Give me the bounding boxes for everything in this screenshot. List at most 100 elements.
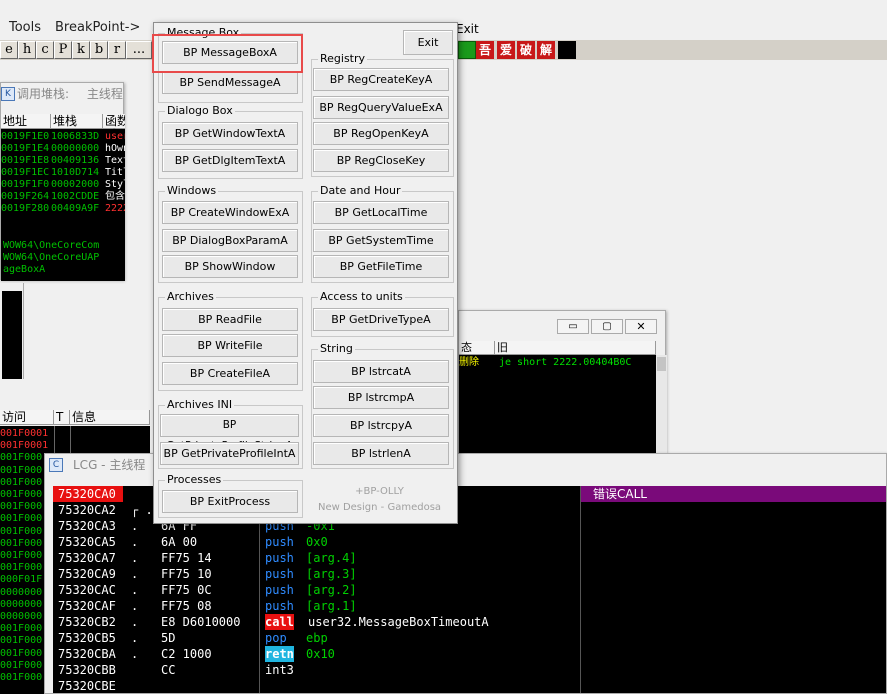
toolbar-more-button[interactable]: ... — [126, 41, 152, 59]
bp-reg-create-key-a-button[interactable]: BP RegCreateKeyA — [313, 68, 449, 91]
scrollbar-thumb[interactable] — [657, 357, 666, 371]
memory-address[interactable]: 001F000 — [0, 465, 42, 477]
toolbar-cn-1-button[interactable]: 吾 — [476, 41, 494, 59]
table-row[interactable]: 0019F1EC1010D714 Title — [1, 167, 125, 179]
bp-lstrcmp-a-button[interactable]: BP lstrcmpA — [313, 386, 449, 409]
memory-address[interactable]: 000F01F — [0, 574, 42, 586]
memory-address[interactable]: 001F000 — [0, 672, 42, 684]
bp-show-window-button[interactable]: BP ShowWindow — [162, 255, 298, 278]
memory-address[interactable]: 001F000 — [0, 623, 42, 635]
memory-address[interactable]: 001F000 — [0, 477, 42, 489]
bp-exit-process-button[interactable]: BP ExitProcess — [162, 490, 298, 513]
memory-address[interactable]: 001F0001 — [0, 440, 48, 452]
toolbar-green-icon[interactable] — [458, 41, 476, 59]
toolbar-k-button[interactable]: k — [72, 41, 90, 59]
disasm-row[interactable]: 75320CAF. FF75 08 push [arg.1] — [53, 598, 873, 614]
plugin-exit-menu[interactable]: Exit — [456, 22, 479, 36]
memory-address[interactable]: 0000000 — [0, 611, 42, 623]
table-row[interactable]: 0019F2641002CDDE 包含krnl — [1, 191, 125, 203]
bp-reg-open-key-a-button[interactable]: BP RegOpenKeyA — [313, 122, 449, 145]
scrollbar[interactable] — [656, 355, 667, 455]
bp-reg-query-value-ex-a-button[interactable]: BP RegQueryValueExA — [313, 96, 449, 119]
bp-get-dlg-item-text-a-button[interactable]: BP GetDlgItemTextA — [162, 149, 298, 172]
col-header-info[interactable]: 信息 — [70, 410, 150, 425]
table-row[interactable]: 0019F1E800409136 Text = — [1, 155, 125, 167]
memory-address[interactable]: 001F000 — [0, 635, 42, 647]
bp-code-cell[interactable]: je short 2222.00404B0C — [499, 357, 631, 369]
toolbar-r-button[interactable]: r — [108, 41, 126, 59]
disasm-row[interactable]: 75320CBE — [53, 678, 873, 693]
col-header-address[interactable]: 地址 — [1, 114, 51, 129]
memory-address[interactable]: 0000000 — [0, 599, 42, 611]
memory-address[interactable]: 001F0001 — [0, 428, 48, 440]
memory-address[interactable]: 001F000 — [0, 526, 42, 538]
bp-dialog-box-param-a-button[interactable]: BP DialogBoxParamA — [162, 229, 298, 252]
disasm-row[interactable]: 75320CB2. E8 D6010000 call user32.MessageBo… — [53, 614, 873, 630]
bp-get-window-text-a-button[interactable]: BP GetWindowTextA — [162, 122, 298, 145]
bp-get-drive-type-a-button[interactable]: BP GetDriveTypeA — [313, 308, 449, 331]
toolbar-p-button[interactable]: P — [54, 41, 72, 59]
memory-address[interactable]: 001F000 — [0, 452, 42, 464]
table-row[interactable]: 0019F1E01006833D user32.M — [1, 131, 125, 143]
disasm-row[interactable]: 75320CB5. 5D pop ebp — [53, 630, 873, 646]
memory-address[interactable]: 001F000 — [0, 562, 42, 574]
bracket-cell: . — [131, 599, 139, 613]
close-button[interactable]: ✕ — [625, 319, 657, 334]
toolbar-cn-3-button[interactable]: 破 — [517, 41, 535, 59]
disasm-row[interactable]: 75320CBB CC int3 — [53, 662, 873, 678]
table-row[interactable]: 0019F1E400000000 hOwner — [1, 143, 125, 155]
bp-create-file-a-button[interactable]: BP CreateFileA — [162, 362, 298, 385]
col-header-old[interactable]: 旧 — [495, 341, 656, 355]
maximize-button[interactable]: ▢ — [591, 319, 623, 334]
disasm-row[interactable]: 75320CAC. FF75 0C push [arg.2] — [53, 582, 873, 598]
menu-tools[interactable]: Tools — [9, 20, 41, 35]
memory-address[interactable]: 001F000 — [0, 648, 42, 660]
disasm-row[interactable]: 75320CBA. C2 1000 retn 0x10 — [53, 646, 873, 662]
toolbar-cn-4-button[interactable]: 解 — [537, 41, 555, 59]
call-stack-titlebar[interactable]: K 调用堆栈: 主线程 — [1, 83, 123, 105]
col-header-access[interactable]: 访问 — [0, 410, 54, 425]
bp-get-private-profile-int-a-button[interactable]: BP GetPrivateProfileIntA — [160, 442, 299, 465]
bp-status-cell[interactable]: 删除 — [459, 357, 479, 369]
col-header-status[interactable]: 态 — [459, 341, 495, 355]
toolbar-black-icon[interactable] — [558, 41, 576, 59]
bp-lstrcpy-a-button[interactable]: BP lstrcpyA — [313, 414, 449, 437]
disasm-row[interactable]: 75320CA7. FF75 14 push [arg.4] — [53, 550, 873, 566]
bp-lstrcat-a-button[interactable]: BP lstrcatA — [313, 360, 449, 383]
toolbar-h-button[interactable]: h — [18, 41, 36, 59]
bp-read-file-button[interactable]: BP ReadFile — [162, 308, 298, 331]
memory-address[interactable]: 001F000 — [0, 489, 42, 501]
memory-address[interactable]: 001F000 — [0, 501, 42, 513]
bp-get-system-time-button[interactable]: BP GetSystemTime — [313, 229, 449, 252]
col-header-type[interactable]: T — [54, 410, 70, 425]
toolbar-e-button[interactable]: e — [0, 41, 18, 59]
col-header-stack[interactable]: 堆栈 — [51, 114, 103, 129]
bp-lstrlen-a-button[interactable]: BP lstrlenA — [313, 442, 449, 465]
cpu-title: LCG - 主线程 — [73, 458, 146, 472]
disasm-row[interactable]: 75320CA5. 6A 00 push 0x0 — [53, 534, 873, 550]
table-row[interactable]: 0019F1F000002000 Style — [1, 179, 125, 191]
bp-write-file-button[interactable]: BP WriteFile — [162, 334, 298, 357]
minimize-button[interactable]: ▭ — [557, 319, 589, 334]
bp-create-window-ex-a-button[interactable]: BP CreateWindowExA — [162, 201, 298, 224]
bp-get-private-profile-string-a-button[interactable]: BP GetPrivateProfileStringA — [160, 414, 299, 452]
toolbar-cn-2-button[interactable]: 爱 — [497, 41, 515, 59]
memory-address[interactable]: 001F000 — [0, 660, 42, 672]
col-header-procedure[interactable]: 函数过程 — [103, 114, 125, 142]
bp-get-file-time-button[interactable]: BP GetFileTime — [313, 255, 449, 278]
memory-address[interactable]: 001F000 — [0, 550, 42, 562]
dialog-exit-button[interactable]: Exit — [403, 30, 453, 55]
bp-sendmessage-a-button[interactable]: BP SendMessageA — [162, 71, 298, 94]
disasm-row[interactable]: 75320CA9. FF75 10 push [arg.3] — [53, 566, 873, 582]
address-cell: 0019F1EC — [1, 167, 50, 178]
breakpoints-grid[interactable]: 态 旧 删除 je short 2222.00404B0C — [459, 341, 656, 455]
memory-address[interactable]: 0000000 — [0, 587, 42, 599]
menu-breakpoint[interactable]: BreakPoint-> — [55, 20, 140, 35]
memory-address[interactable]: 001F000 — [0, 538, 42, 550]
bp-reg-close-key-button[interactable]: BP RegCloseKey — [313, 149, 449, 172]
memory-address[interactable]: 001F000 — [0, 513, 42, 525]
bp-get-local-time-button[interactable]: BP GetLocalTime — [313, 201, 449, 224]
toolbar-b-button[interactable]: b — [90, 41, 108, 59]
toolbar-c-button[interactable]: c — [36, 41, 54, 59]
table-row[interactable]: 0019F28000409A9F 2222.004 — [1, 203, 125, 215]
